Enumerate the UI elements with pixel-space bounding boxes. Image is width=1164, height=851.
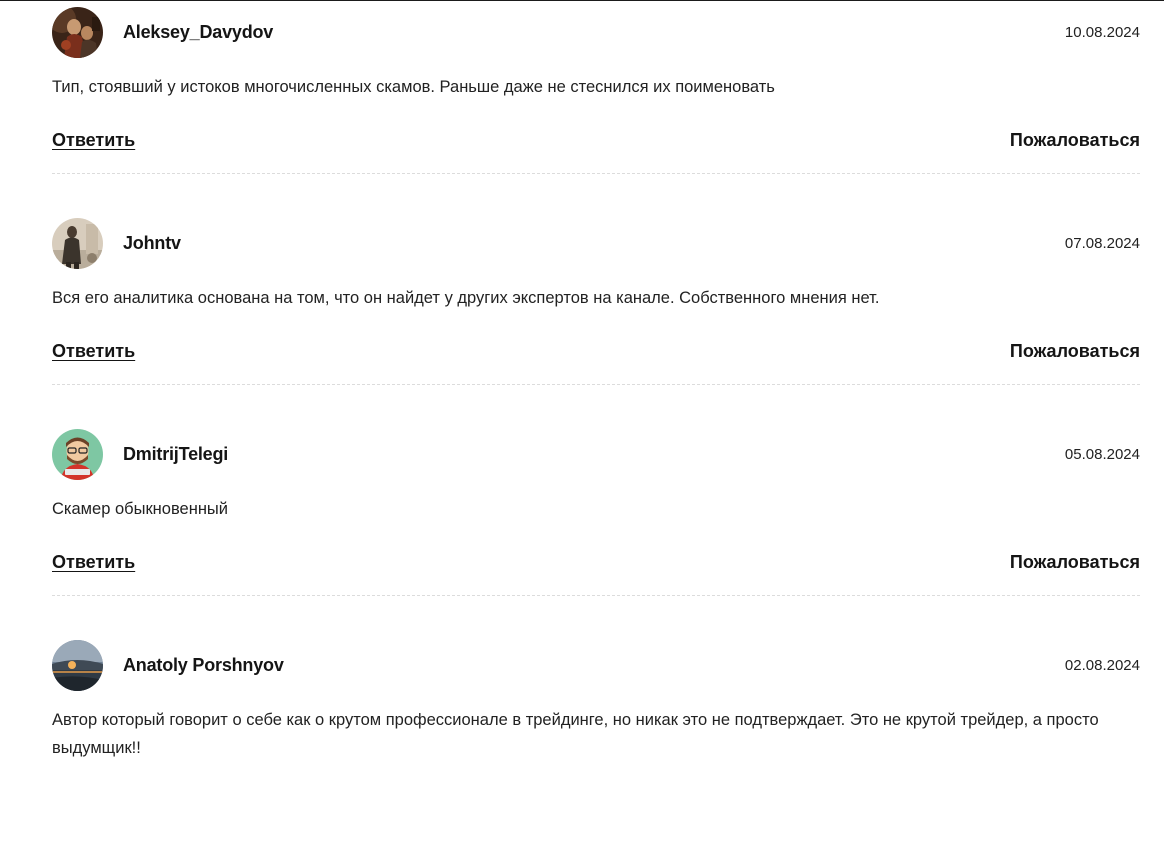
reply-link[interactable]: Ответить [52,341,135,362]
comment-text: Скамер обыкновенный [52,500,229,518]
comment-date: 02.08.2024 [1064,657,1140,674]
comment-header: Anatoly Porshnyov 02.08.2024 [52,640,1140,692]
comment-divider [52,173,1140,174]
comment-author: Anatoly Porshnyov [123,655,284,675]
reply-link[interactable]: Ответить [52,130,135,151]
comment-date: 10.08.2024 [1064,24,1140,41]
comment-date: 05.08.2024 [1064,446,1140,463]
report-link[interactable]: Пожаловаться [1010,341,1140,362]
report-link[interactable]: Пожаловаться [1010,552,1140,573]
comment-text: Вся его аналитика основана на том, что о… [52,289,880,307]
comment-author: DmitrijTelegi [123,444,229,464]
comment-author: Aleksey_Davydov [123,22,274,42]
comment-divider [52,595,1140,596]
comment-actions: Ответить Пожаловаться [52,130,1140,156]
comment-actions: Ответить Пожаловаться [52,341,1140,367]
comment-header: Johntv 07.08.2024 [52,218,1140,270]
comment-item: DmitrijTelegi 05.08.2024 Скамер обыкнове… [52,429,1140,640]
comment-text: Автор который говорит о себе как о круто… [52,711,1099,757]
comment-divider [52,384,1140,385]
reply-link[interactable]: Ответить [52,552,135,573]
comment-item: Johntv 07.08.2024 Вся его аналитика осно… [52,218,1140,429]
sunset-landscape-avatar-icon[interactable] [52,640,103,691]
comment-item: Aleksey_Davydov 10.08.2024 Тип, стоявший… [52,7,1140,218]
comment-date: 07.08.2024 [1064,235,1140,252]
comment-author: Johntv [123,233,181,253]
report-link[interactable]: Пожаловаться [1010,130,1140,151]
comments-list: Aleksey_Davydov 10.08.2024 Тип, стоявший… [52,7,1140,851]
comment-text: Тип, стоявший у истоков многочисленных с… [52,78,775,96]
comment-header: DmitrijTelegi 05.08.2024 [52,429,1140,481]
top-border [0,0,1164,1]
comment-header: Aleksey_Davydov 10.08.2024 [52,7,1140,59]
person-photo-avatar-icon[interactable] [52,218,103,269]
comment-actions: Ответить Пожаловаться [52,552,1140,578]
painting-avatar-icon[interactable] [52,7,103,58]
cartoon-man-avatar-icon[interactable] [52,429,103,480]
comment-item: Anatoly Porshnyov 02.08.2024 Автор котор… [52,640,1140,851]
